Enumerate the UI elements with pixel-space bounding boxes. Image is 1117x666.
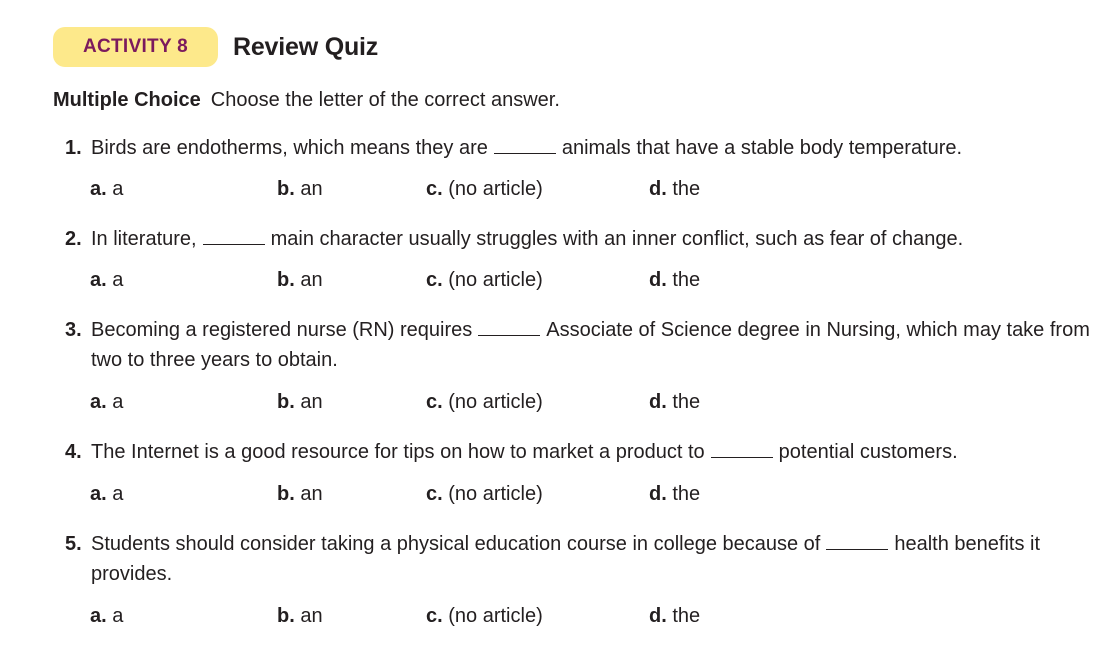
option-text: an [300,269,323,291]
activity-title: Review Quiz [233,32,379,61]
option-a[interactable]: a. a [90,391,123,414]
option-letter: d. [649,483,667,505]
option-letter: c. [426,605,443,627]
option-text: an [300,483,323,505]
option-c[interactable]: c. (no article) [426,269,543,292]
option-a[interactable]: a. a [90,483,123,506]
option-c[interactable]: c. (no article) [426,483,543,506]
question-text: Becoming a registered nurse (RN) require… [91,315,1095,375]
option-letter: b. [277,605,295,627]
answer-options-2: a. a b. an c. (no article) d. the [90,269,890,299]
question-text-before: Becoming a registered nurse (RN) require… [91,319,473,341]
question-text-before: Birds are endotherms, which means they a… [91,137,488,159]
option-letter: c. [426,269,443,291]
question-number: 4. [65,441,82,463]
answer-blank [710,457,773,458]
answer-options-5: a. a b. an c. (no article) d. the [90,605,890,635]
option-letter: a. [90,391,107,413]
option-text: an [300,178,323,200]
option-text: (no article) [448,269,543,291]
answer-blank [478,335,541,336]
option-d[interactable]: d. the [649,178,700,201]
question-text-after: main character usually struggles with an… [270,228,964,250]
question-3: 3. Becoming a registered nurse (RN) requ… [65,315,1095,375]
option-b[interactable]: b. an [277,483,323,506]
option-letter: a. [90,178,107,200]
question-number: 1. [65,137,82,159]
option-b[interactable]: b. an [277,269,323,292]
option-c[interactable]: c. (no article) [426,391,543,414]
option-letter: c. [426,483,443,505]
answer-blank [202,244,265,245]
question-text-before: In literature, [91,228,197,250]
option-text: an [300,605,323,627]
option-text: the [672,391,701,413]
option-text: an [300,391,323,413]
option-letter: b. [277,391,295,413]
option-text: a [112,391,124,413]
question-text-after: potential customers. [778,441,958,463]
question-text-after: animals that have a stable body temperat… [561,137,963,159]
option-a[interactable]: a. a [90,269,123,292]
option-letter: d. [649,391,667,413]
question-text: In literature, main character usually str… [91,224,1095,254]
option-text: (no article) [448,178,543,200]
option-text: the [672,483,701,505]
option-text: the [672,269,701,291]
option-c[interactable]: c. (no article) [426,178,543,201]
option-a[interactable]: a. a [90,605,123,628]
question-text-before: The Internet is a good resource for tips… [91,441,705,463]
option-letter: b. [277,269,295,291]
option-text: (no article) [448,605,543,627]
question-text: The Internet is a good resource for tips… [91,437,1095,467]
question-2: 2. In literature, main character usually … [65,224,1095,254]
option-b[interactable]: b. an [277,391,323,414]
option-b[interactable]: b. an [277,605,323,628]
option-a[interactable]: a. a [90,178,123,201]
question-text-before: Students should consider taking a physic… [91,533,821,555]
question-5: 5. Students should consider taking a phy… [65,529,1095,589]
question-4: 4. The Internet is a good resource for t… [65,437,1095,467]
answer-options-4: a. a b. an c. (no article) d. the [90,483,890,513]
option-d[interactable]: d. the [649,605,700,628]
option-letter: d. [649,269,667,291]
question-text: Birds are endotherms, which means they a… [91,133,1095,163]
option-letter: b. [277,483,295,505]
option-text: a [112,178,124,200]
option-text: a [112,605,124,627]
option-text: (no article) [448,483,543,505]
option-d[interactable]: d. the [649,483,700,506]
option-text: a [112,483,124,505]
option-d[interactable]: d. the [649,391,700,414]
option-text: a [112,269,124,291]
option-letter: c. [426,391,443,413]
option-text: the [672,605,701,627]
instructions-text: Choose the letter of the correct answer. [210,89,560,111]
option-text: (no article) [448,391,543,413]
option-letter: d. [649,605,667,627]
option-letter: a. [90,483,107,505]
answer-blank [826,549,889,550]
instructions-label: Multiple Choice [53,89,201,111]
option-letter: d. [649,178,667,200]
option-c[interactable]: c. (no article) [426,605,543,628]
question-number: 5. [65,533,82,555]
option-text: the [672,178,701,200]
question-number: 2. [65,228,82,250]
answer-blank [493,153,556,154]
instructions: Multiple Choice Choose the letter of the … [53,89,560,112]
question-text: Students should consider taking a physic… [91,529,1095,589]
question-1: 1. Birds are endotherms, which means the… [65,133,1095,163]
option-b[interactable]: b. an [277,178,323,201]
answer-options-1: a. a b. an c. (no article) d. the [90,178,890,208]
option-d[interactable]: d. the [649,269,700,292]
answer-options-3: a. a b. an c. (no article) d. the [90,391,890,421]
activity-badge: ACTIVITY 8 [53,27,218,67]
option-letter: a. [90,605,107,627]
option-letter: a. [90,269,107,291]
activity-header: ACTIVITY 8 Review Quiz [53,27,378,67]
option-letter: b. [277,178,295,200]
question-number: 3. [65,319,82,341]
option-letter: c. [426,178,443,200]
